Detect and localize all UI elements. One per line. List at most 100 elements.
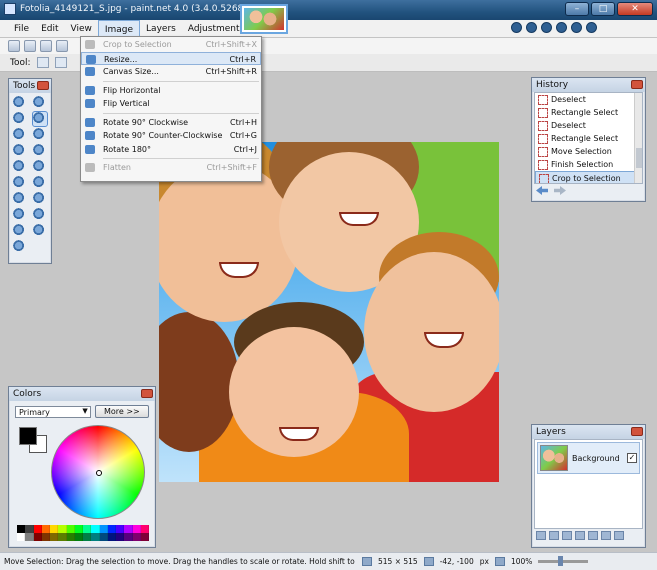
history-item[interactable]: Finish Selection — [535, 158, 642, 171]
layers-panel-header[interactable]: Layers — [532, 425, 645, 439]
menu-layers[interactable]: Layers — [140, 20, 182, 37]
duplicate-layer-icon[interactable] — [562, 531, 572, 540]
rectangle-select-icon[interactable] — [13, 96, 27, 110]
color-palette[interactable] — [17, 525, 149, 541]
menu-item-rotate-180[interactable]: Rotate 180° Ctrl+J — [81, 143, 261, 157]
menu-item-crop-to-selection[interactable]: Crop to Selection Ctrl+Shift+X — [81, 38, 261, 52]
pencil-icon[interactable] — [13, 192, 27, 206]
color-wheel[interactable] — [51, 425, 145, 519]
move-layer-down-icon[interactable] — [601, 531, 611, 540]
menu-edit[interactable]: Edit — [35, 20, 64, 37]
primary-color-swatch[interactable] — [19, 427, 37, 445]
history-item[interactable]: Move Selection — [535, 145, 642, 158]
text-icon[interactable] — [13, 224, 27, 238]
history-item-selected[interactable]: Crop to Selection — [535, 171, 642, 183]
layer-properties-icon[interactable] — [614, 531, 624, 540]
close-icon[interactable] — [37, 81, 49, 90]
palette-swatch[interactable] — [91, 525, 100, 533]
paint-bucket-icon[interactable] — [13, 160, 27, 174]
current-tool-icon[interactable] — [36, 57, 49, 68]
palette-swatch[interactable] — [99, 533, 108, 541]
menu-item-flatten[interactable]: Flatten Ctrl+Shift+F — [81, 161, 261, 175]
minimize-button[interactable]: – — [565, 2, 589, 16]
palette-swatch[interactable] — [140, 525, 149, 533]
save-icon[interactable] — [40, 40, 52, 52]
open-icon[interactable] — [24, 40, 36, 52]
palette-swatch[interactable] — [116, 525, 125, 533]
color-picker-icon[interactable] — [33, 192, 47, 206]
palette-swatch[interactable] — [33, 525, 42, 533]
palette-swatch[interactable] — [91, 533, 100, 541]
palette-swatch[interactable] — [83, 525, 92, 533]
scrollbar-thumb[interactable] — [636, 148, 642, 168]
history-item[interactable]: Rectangle Select — [535, 106, 642, 119]
recolor-icon[interactable] — [33, 208, 47, 222]
palette-swatch[interactable] — [74, 533, 83, 541]
selection-mode-icon[interactable] — [54, 57, 67, 68]
eraser-icon[interactable] — [33, 176, 47, 190]
palette-swatch[interactable] — [124, 525, 133, 533]
palette-swatch[interactable] — [107, 525, 116, 533]
move-selected-icon[interactable] — [33, 96, 47, 110]
print-icon[interactable] — [56, 40, 68, 52]
delete-layer-icon[interactable] — [549, 531, 559, 540]
palette-swatch[interactable] — [41, 533, 50, 541]
move-selection-icon[interactable] — [32, 111, 48, 127]
close-icon[interactable] — [631, 427, 643, 436]
clone-stamp-icon[interactable] — [13, 208, 27, 222]
magic-wand-icon[interactable] — [13, 144, 27, 158]
history-item[interactable]: Rectangle Select — [535, 132, 642, 145]
shapes-icon[interactable] — [13, 240, 27, 254]
palette-swatch[interactable] — [33, 533, 42, 541]
image-tab-thumbnail[interactable] — [240, 4, 288, 34]
image-canvas[interactable] — [159, 142, 499, 482]
lasso-select-icon[interactable] — [13, 112, 27, 126]
palette-swatch[interactable] — [17, 525, 26, 533]
add-layer-icon[interactable] — [536, 531, 546, 540]
palette-swatch[interactable] — [107, 533, 116, 541]
palette-swatch[interactable] — [50, 533, 59, 541]
undo-icon[interactable] — [536, 186, 548, 195]
palette-swatch[interactable] — [66, 533, 75, 541]
menu-view[interactable]: View — [65, 20, 98, 37]
palette-swatch[interactable] — [132, 525, 141, 533]
close-icon[interactable] — [631, 80, 643, 89]
palette-swatch[interactable] — [17, 533, 26, 541]
palette-swatch[interactable] — [58, 525, 67, 533]
palette-swatch[interactable] — [132, 533, 141, 541]
color-mode-select[interactable]: Primary — [15, 405, 91, 418]
menu-item-rotate-cw[interactable]: Rotate 90° Clockwise Ctrl+H — [81, 116, 261, 130]
settings-icon[interactable] — [571, 22, 582, 33]
palette-swatch[interactable] — [58, 533, 67, 541]
tools-toggle-icon[interactable] — [511, 22, 522, 33]
history-scrollbar[interactable] — [634, 93, 642, 183]
layers-toggle-icon[interactable] — [541, 22, 552, 33]
redo-icon[interactable] — [554, 186, 566, 195]
close-button[interactable]: ✕ — [617, 2, 653, 16]
history-item[interactable]: Deselect — [535, 93, 642, 106]
palette-swatch[interactable] — [83, 533, 92, 541]
palette-swatch[interactable] — [50, 525, 59, 533]
menu-item-rotate-ccw[interactable]: Rotate 90° Counter-Clockwise Ctrl+G — [81, 129, 261, 143]
colors-panel-header[interactable]: Colors — [9, 387, 155, 401]
palette-swatch[interactable] — [66, 525, 75, 533]
maximize-button[interactable]: □ — [591, 2, 615, 16]
layer-visibility-checkbox[interactable]: ✓ — [627, 453, 637, 463]
tools-panel-header[interactable]: Tools — [9, 79, 51, 93]
help-icon[interactable] — [586, 22, 597, 33]
zoom-fit-icon[interactable] — [494, 557, 505, 566]
menu-item-flip-horizontal[interactable]: Flip Horizontal — [81, 84, 261, 98]
pan-icon[interactable] — [33, 144, 47, 158]
ellipse-select-icon[interactable] — [13, 128, 27, 142]
zoom-level[interactable]: 100% — [511, 557, 532, 566]
zoom-slider[interactable] — [538, 556, 589, 566]
menu-item-flip-vertical[interactable]: Flip Vertical — [81, 97, 261, 111]
history-toggle-icon[interactable] — [526, 22, 537, 33]
menu-item-canvas-size[interactable]: Canvas Size... Ctrl+Shift+R — [81, 65, 261, 79]
palette-swatch[interactable] — [25, 525, 34, 533]
unit-select[interactable]: px — [480, 557, 489, 566]
colors-toggle-icon[interactable] — [556, 22, 567, 33]
menu-item-resize[interactable]: Resize... Ctrl+R — [81, 51, 261, 65]
close-icon[interactable] — [141, 389, 153, 398]
palette-swatch[interactable] — [25, 533, 34, 541]
